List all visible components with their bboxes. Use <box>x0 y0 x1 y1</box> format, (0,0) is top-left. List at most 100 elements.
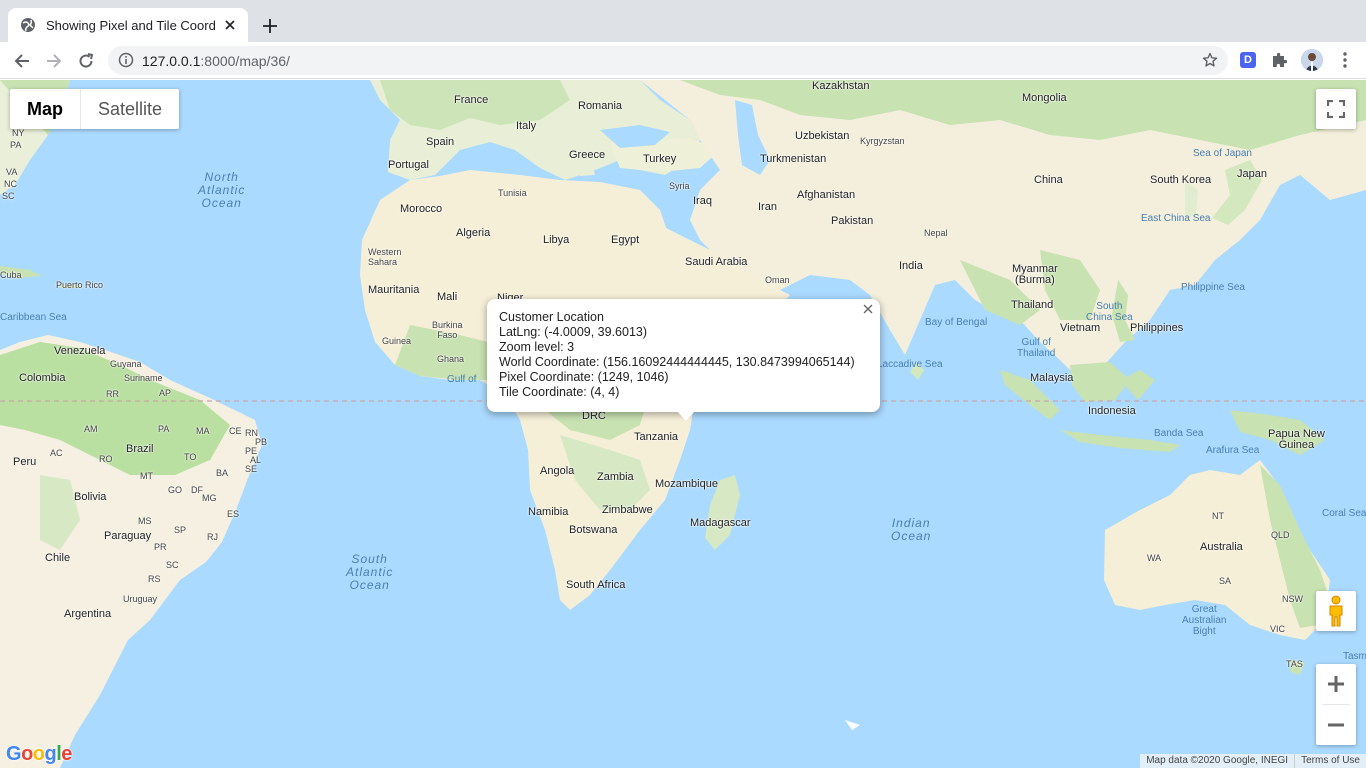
minus-icon <box>1328 723 1344 727</box>
label-oman: Oman <box>765 275 790 285</box>
info-window-title: Customer Location <box>499 310 604 324</box>
back-button[interactable] <box>9 48 35 74</box>
label-iran: Iran <box>758 201 777 213</box>
label-kyrgyzstan: Kyrgyzstan <box>860 136 905 146</box>
label-bay-of-bengal: Bay of Bengal <box>925 317 988 328</box>
label-state-ny: NY <box>12 128 25 138</box>
extensions-puzzle-icon[interactable] <box>1270 51 1288 69</box>
map-type-map-button[interactable]: Map <box>10 89 80 129</box>
label-mali: Mali <box>437 291 458 303</box>
label-great-australian-bight: Great Australian Bight <box>1182 604 1227 637</box>
label-state-am: AM <box>84 424 98 434</box>
map-canvas[interactable]: France Romania Kazakhstan Mongolia Spain… <box>0 80 1366 768</box>
globe-icon <box>20 17 36 33</box>
label-coral-sea: Coral Sea <box>1322 508 1366 519</box>
new-tab-button[interactable] <box>258 14 282 38</box>
zoom-in-button[interactable] <box>1316 664 1356 704</box>
label-paraguay: Paraguay <box>104 530 152 542</box>
label-vietnam: Vietnam <box>1060 322 1101 334</box>
label-state-sp: SP <box>174 525 187 535</box>
info-tile-coordinate: Tile Coordinate: (4, 4) <box>499 385 620 399</box>
label-tanzania: Tanzania <box>634 431 679 443</box>
info-window: Customer Location LatLng: (-4.0009, 39.6… <box>487 299 880 412</box>
forward-button[interactable] <box>41 48 67 74</box>
label-namibia: Namibia <box>528 506 569 518</box>
info-window-close-button[interactable] <box>860 301 876 317</box>
label-peru: Peru <box>13 456 37 468</box>
label-zimbabwe: Zimbabwe <box>602 504 653 516</box>
label-south-korea: South Korea <box>1150 174 1212 186</box>
label-state-se: SE <box>245 464 258 474</box>
label-uruguay: Uruguay <box>123 594 158 604</box>
street-view-pegman-button[interactable] <box>1316 591 1356 631</box>
label-puerto-rico: Puerto Rico <box>56 280 104 290</box>
label-state-ce: CE <box>229 426 242 436</box>
tab-strip: Showing Pixel and Tile Coordin <box>0 0 1366 42</box>
label-arafura-sea: Arafura Sea <box>1206 445 1260 456</box>
label-iraq: Iraq <box>693 195 712 207</box>
label-afghanistan: Afghanistan <box>797 189 856 201</box>
label-egypt: Egypt <box>611 234 640 246</box>
info-icon[interactable] <box>118 52 134 68</box>
map-type-satellite-button[interactable]: Satellite <box>81 89 179 129</box>
label-east-china-sea: East China Sea <box>1141 213 1211 224</box>
label-south-china-sea: South China Sea <box>1086 301 1133 323</box>
terms-of-use-link[interactable]: Terms of Use <box>1294 754 1366 768</box>
browser-tab[interactable]: Showing Pixel and Tile Coordin <box>8 8 248 42</box>
reload-icon <box>79 53 94 68</box>
label-state-ba: BA <box>216 468 229 478</box>
label-spain: Spain <box>426 136 455 148</box>
label-state-sc: SC <box>2 191 15 201</box>
label-state-ap: AP <box>159 388 172 398</box>
address-bar[interactable]: 127.0.0.1:8000/map/36/ <box>108 46 1228 75</box>
label-state-va: VA <box>6 167 18 177</box>
label-gulf-of-guinea: Gulf of <box>447 374 477 385</box>
label-italy: Italy <box>516 120 537 132</box>
close-tab-icon[interactable] <box>222 17 238 33</box>
label-state-ac: AC <box>50 448 63 458</box>
label-state-pa: PA <box>10 140 22 150</box>
label-state-tas: TAS <box>1286 659 1303 669</box>
label-state-mt: MT <box>140 471 153 481</box>
label-state-vic: VIC <box>1270 624 1286 634</box>
label-romania: Romania <box>578 100 623 112</box>
label-papua-new-guinea: Papua New Guinea <box>1268 428 1325 451</box>
label-state-rs: RS <box>148 574 161 584</box>
label-state-sa: SA <box>1219 576 1232 586</box>
fullscreen-button[interactable] <box>1316 89 1356 129</box>
label-north-atlantic-ocean: North Atlantic Ocean <box>198 170 246 210</box>
label-guinea: Guinea <box>382 336 412 346</box>
fullscreen-icon <box>1327 100 1345 118</box>
info-latlng: LatLng: (-4.0009, 39.6013) <box>499 325 648 339</box>
label-mauritania: Mauritania <box>368 284 420 296</box>
map-data-credit: Map data ©2020 Google, INEGI <box>1140 754 1295 768</box>
label-south-atlantic-ocean: South Atlantic Ocean <box>346 552 394 592</box>
map-attribution: Map data ©2020 Google, INEGI Terms of Us… <box>1140 754 1366 768</box>
forward-arrow-icon <box>47 54 62 68</box>
google-logo[interactable]: Google <box>6 743 72 766</box>
bookmark-star-icon[interactable] <box>1202 52 1218 68</box>
extension-d-icon[interactable]: D <box>1240 52 1256 68</box>
label-state-es: ES <box>227 509 240 519</box>
label-australia: Australia <box>1200 541 1243 553</box>
pegman-icon <box>1329 595 1343 627</box>
label-zambia: Zambia <box>597 471 634 483</box>
label-state-pr: PR <box>154 542 167 552</box>
reload-button[interactable] <box>73 48 99 74</box>
info-world-coordinate: World Coordinate: (156.16092444444445, 1… <box>499 355 855 369</box>
label-banda-sea: Banda Sea <box>1154 428 1204 439</box>
label-angola: Angola <box>540 465 575 477</box>
label-portugal: Portugal <box>388 159 429 171</box>
label-turkey: Turkey <box>643 153 677 165</box>
label-syria: Syria <box>669 181 690 191</box>
label-malaysia: Malaysia <box>1030 372 1074 384</box>
profile-avatar[interactable] <box>1301 49 1323 71</box>
label-bolivia: Bolivia <box>74 491 107 503</box>
zoom-out-button[interactable] <box>1316 705 1356 745</box>
label-pakistan: Pakistan <box>831 215 874 227</box>
label-state-pa2: PA <box>158 424 170 434</box>
url-host: 127.0.0.1 <box>142 53 201 69</box>
browser-menu-icon[interactable] <box>1336 50 1354 70</box>
label-botswana: Botswana <box>569 524 618 536</box>
label-brazil: Brazil <box>126 443 154 455</box>
